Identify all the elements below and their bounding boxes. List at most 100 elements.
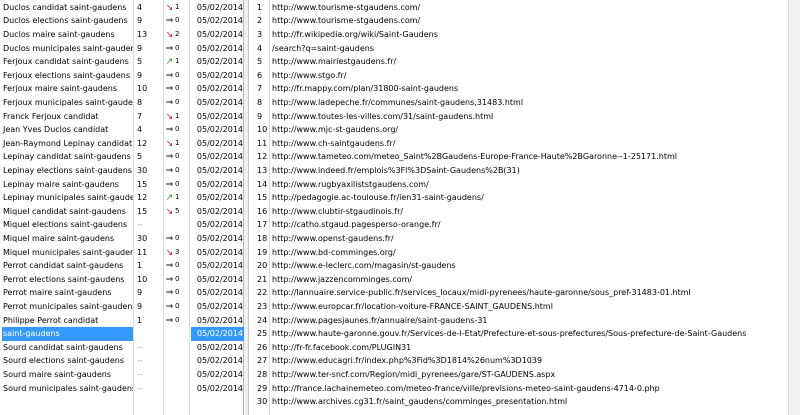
result-row[interactable]: 3 http://fr.wikipedia.org/wiki/Saint-Gaud… [249,28,788,42]
keyword-row[interactable]: Miquel maire saint-gaudens 30 ⇒ 0 05/02/2014 [0,232,243,246]
result-row[interactable]: 10 http://www.mjc-st-gaudens.org/ [249,123,788,137]
trend-cell: ⇒ 0 [165,300,187,314]
keyword-row[interactable]: Jean Yves Duclos candidat 4 ⇒ 0 05/02/2014 [0,123,243,137]
result-row[interactable]: 30 http://www.archives.cg31.fr/saint_gaud… [249,395,788,409]
check-date: 05/02/2014 [196,43,243,53]
result-row[interactable]: 20 http://www.e-leclerc.com/magasin/st-ga… [249,259,788,273]
keyword-text: Sourd municipales saint-gaudens [3,383,133,393]
result-row[interactable]: 7 http://fr.mappy.com/plan/31800-saint-ga… [249,82,788,96]
check-date: 05/02/2014 [196,98,243,107]
keyword-row[interactable]: Franck Ferjoux candidat 7 ↘ 1 05/02/2014 [0,110,243,124]
result-rank: 24 [257,315,268,325]
keyword-row[interactable]: Philippe Perrot candidat 1 ⇒ 0 05/02/2014 [0,314,243,328]
result-row[interactable]: 21 http://www.jazzencomminges.com/ [249,273,788,287]
keyword-row[interactable]: Lepinay maire saint-gaudens 15 ⇒ 0 05/02/201… [0,178,243,192]
keyword-row[interactable]: Lepinay municipales saint-gaudens 12 ↗ 1 05/… [0,191,243,205]
keyword-row[interactable]: Miquel elections saint-gaudens -- 05/02/20… [0,218,243,232]
trend-cell [165,354,187,368]
result-row[interactable]: 14 http://www.rugbyaxiliststgaudens.com/ [249,178,788,192]
keyword-row[interactable]: Sourd maire saint-gaudens -- 05/02/2014 [0,368,243,382]
keyword-position: 10 [137,84,148,94]
result-row[interactable]: 29 http://france.lachainemeteo.com/meteo-… [249,382,788,396]
keyword-position: -- [137,370,143,379]
keyword-row[interactable]: Duclos elections saint-gaudens 9 ⇒ 0 05/02/2… [0,14,243,28]
result-row[interactable]: 26 http://fr-fr.facebook.com/PLUGIN31 [249,341,788,355]
keyword-row[interactable]: Ferjoux elections saint-gaudens 9 ⇒ 0 05/02/… [0,69,243,83]
result-row[interactable]: 13 http://www.indeed.fr/emplois%3Fl%3DSai… [249,164,788,178]
result-url: http://www.educagri.fr/index.php%3Fid%3D… [272,356,543,366]
result-row[interactable]: 19 http://www.bd-comminges.org/ [249,246,788,260]
arrow-right-icon: ⇒ [165,98,174,108]
result-row[interactable]: 2 http://www.tourisme-stgaudens.com/ [249,14,788,28]
keyword-row[interactable]: Jean-Raymond Lepinay candidat 12 ↘ 1 05/02/2… [0,137,243,151]
result-row[interactable]: 17 http://catho.stgaud.pagesperso-orange.… [249,218,788,232]
keyword-row[interactable]: Duclos municipales saint-gaudens 9 ⇒ 0 05/02… [0,42,243,56]
keyword-row[interactable]: Lepinay candidat saint-gaudens 5 ⇒ 0 05/02/2… [0,150,243,164]
keyword-position: 9 [137,43,143,53]
keyword-row[interactable]: Ferjoux municipales saint-gaudens 8 ⇒ 0 05/0… [0,96,243,110]
search-results-panel[interactable]: 1 http://www.tourisme-stgaudens.com/2 http… [249,0,788,415]
keyword-row[interactable]: Ferjoux maire saint-gaudens 10 ⇒ 0 05/02/201… [0,82,243,96]
result-row[interactable]: 18 http://www.openst-gaudens.fr/ [249,232,788,246]
result-rank: 30 [257,397,268,407]
keyword-row[interactable]: Duclos maire saint-gaudens 13 ↘ 2 05/02/2014 [0,28,243,42]
keyword-text: Ferjoux candidat saint-gaudens [3,57,129,67]
result-row[interactable]: 6 http://www.stgo.fr/ [249,69,788,83]
result-row[interactable]: 22 http://lannuaire.service-public.fr/ser… [249,286,788,300]
result-row[interactable]: 8 http://www.ladepeche.fr/communes/saint-… [249,96,788,110]
keyword-position: 1 [137,261,143,271]
result-rank: 25 [257,329,268,339]
result-url: http://www.openst-gaudens.fr/ [272,234,394,243]
keyword-row[interactable]: Miquel municipales saint-gaudens 11 ↘ 3 05/0… [0,246,243,260]
keyword-position [135,327,154,341]
result-row[interactable]: 4/search?q=saint-gaudens [249,42,788,56]
check-date: 05/02/2014 [196,179,243,189]
keyword-row[interactable]: Miquel candidat saint-gaudens 15 ↘ 5 05/02/2… [0,205,243,219]
result-row[interactable]: 28 http://www.ter-sncf.com/Region/midi_py… [249,368,788,382]
result-url: http://france.lachainemeteo.com/meteo-fr… [272,383,660,393]
keyword-text: Jean Yves Duclos candidat [3,125,109,135]
keyword-row[interactable]: Sourd elections saint-gaudens -- 05/02/201… [0,354,243,368]
result-row[interactable]: 25 http://www.haute-garonne.gouv.fr/Servi… [249,327,788,341]
result-row[interactable]: 1 http://www.tourisme-stgaudens.com/ [249,1,788,15]
trend-change: 0 [175,179,180,188]
result-row[interactable]: 23 http://www.europcar.fr/location-voitur… [249,300,788,314]
result-row[interactable]: 11 http://www.ch-saintgaudens.fr/ [249,137,788,151]
result-rank: 27 [257,356,268,366]
keyword-row[interactable]: Lepinay elections saint-gaudens 30 ⇒ 0 05/02… [0,164,243,178]
trend-cell [165,327,187,341]
keyword-text: Perrot elections saint-gaudens [3,274,125,284]
keyword-row[interactable]: Ferjoux candidat saint-gaudens 5 ↗ 1 05/02/2… [0,55,243,69]
result-row[interactable]: 9 http://www.toutes-les-villes.com/31/sai… [249,110,788,124]
result-url: http://www.tourisme-stgaudens.com/ [272,2,421,12]
keyword-row[interactable]: Duclos candidat saint-gaudens 4 ↘ 1 05/02/20… [0,1,243,15]
keyword-row[interactable]: Perrot candidat saint-gaudens 1 ⇒ 0 05/02/20… [0,259,243,273]
keyword-row[interactable]: Sourd municipales saint-gaudens -- 05/02/2… [0,382,243,396]
arrow-down-icon: ↘ [165,247,174,258]
trend-cell: ⇒ 0 [165,42,187,56]
result-row[interactable]: 24 http://www.pagesjaunes.fr/annuaire/sai… [249,314,788,328]
keyword-row[interactable]: Perrot municipales saint-gaudens 9 ⇒ 0 05/02… [0,300,243,314]
check-date: 05/02/2014 [196,138,243,148]
result-rank: 13 [257,166,268,175]
result-row[interactable]: 27 http://www.educagri.fr/index.php%3Fid%… [249,354,788,368]
result-row[interactable]: 15 http://pedagogie.ac-toulouse.fr/ien31-… [249,191,788,205]
arrow-up-icon: ↗ [165,193,174,204]
result-row[interactable]: 12 http://www.tameteo.com/meteo_Saint%2BG… [249,150,788,164]
keyword-row[interactable]: saint-gaudens 05/02/2014 [0,327,245,341]
keyword-position: -- [137,220,143,230]
trend-change: 2 [175,30,180,38]
keyword-position: 7 [137,111,143,121]
keyword-row[interactable]: Sourd candidat saint-gaudens -- 05/02/2014 [0,341,243,355]
arrow-down-icon: ↘ [165,206,174,217]
keyword-list-panel[interactable]: Duclos candidat saint-gaudens 4 ↘ 1 05/02/20… [0,0,245,415]
arrow-right-icon: ⇒ [165,152,174,163]
keyword-row[interactable]: Perrot maire saint-gaudens 9 ⇒ 0 05/02/2014 [0,286,243,300]
result-row[interactable]: 5 http://www.mairiestgaudens.fr/ [249,55,788,69]
arrow-right-icon: ⇒ [165,70,174,81]
result-row[interactable]: 16 http://www.clubtir-stgaudinois.fr/ [249,205,788,219]
trend-cell: ⇒ 0 [165,314,187,328]
keyword-row[interactable]: Perrot elections saint-gaudens 10 ⇒ 0 05/02/… [0,273,243,287]
trend-change: 0 [175,84,180,93]
vertical-scrollbar[interactable] [788,0,800,415]
